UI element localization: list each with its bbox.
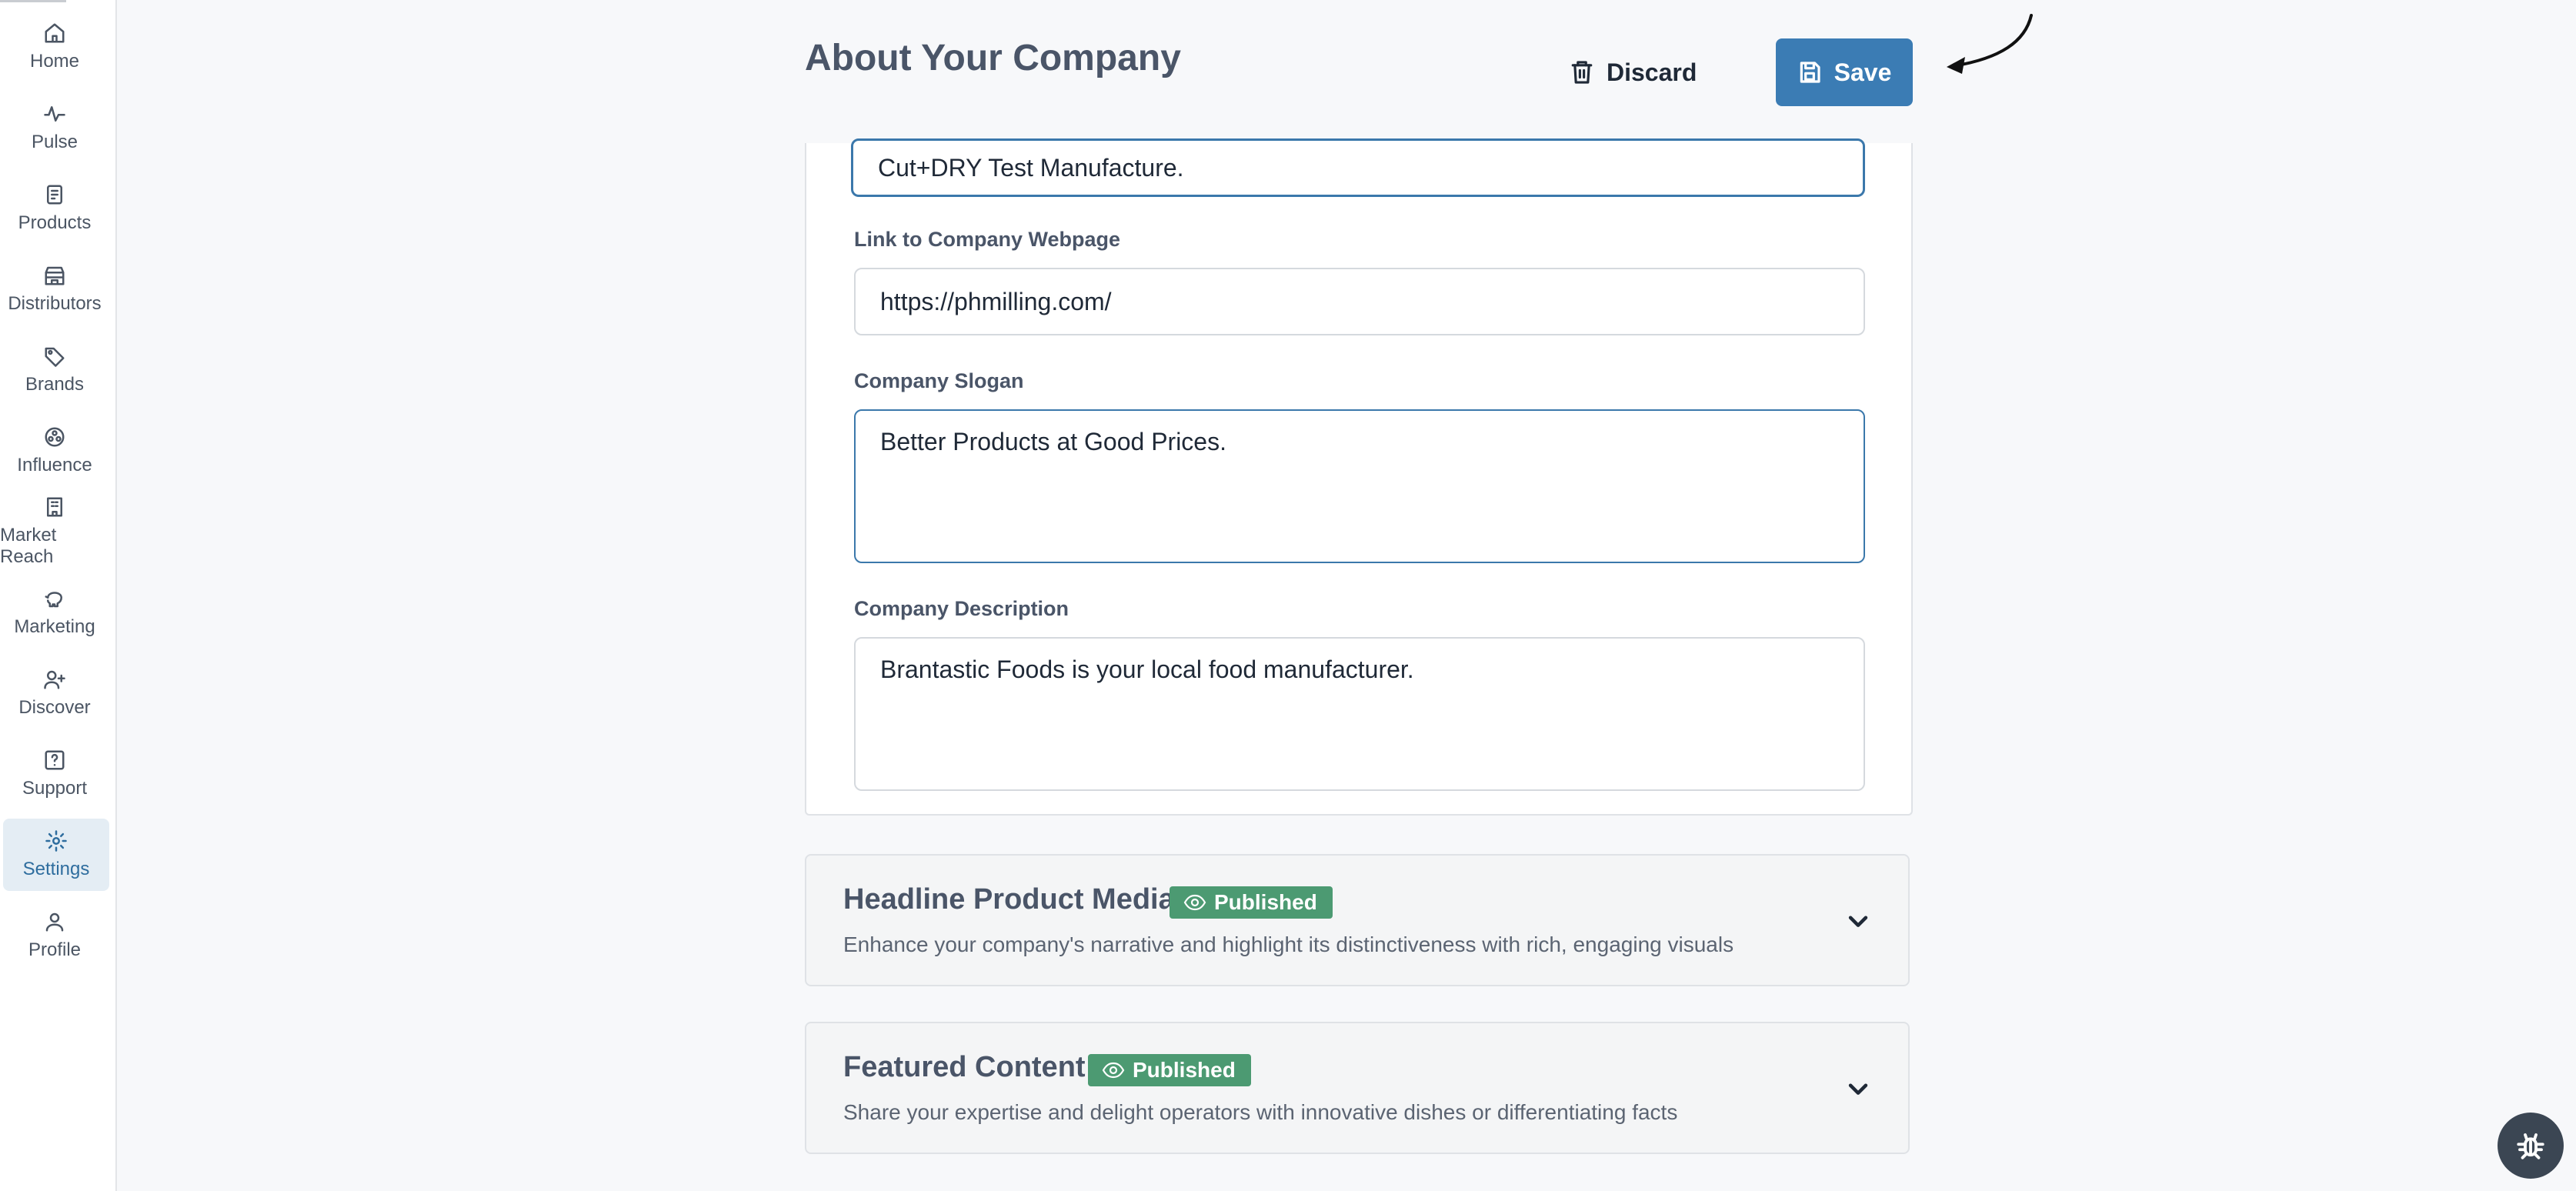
section-description: Share your expertise and delight operato…	[843, 1100, 1678, 1124]
discard-button[interactable]: Discard	[1570, 49, 1697, 95]
gear-icon	[45, 829, 68, 852]
sidebar-item-profile[interactable]: Profile	[0, 899, 109, 972]
company-name-input[interactable]	[851, 138, 1865, 197]
page-title: About Your Company	[805, 38, 1181, 78]
slogan-label: Company Slogan	[854, 369, 1024, 392]
company-webpage-input[interactable]	[854, 268, 1865, 335]
sidebar-item-discover[interactable]: Discover	[0, 657, 109, 729]
featured-content-section[interactable]: Featured Content Published Share your ex…	[805, 1022, 1910, 1154]
headline-product-media-section[interactable]: Headline Product Media Published Enhance…	[805, 854, 1910, 986]
sidebar-item-label: Marketing	[14, 616, 95, 637]
pulse-icon	[43, 102, 66, 125]
sidebar-item-market-reach[interactable]: Market Reach	[0, 495, 109, 568]
influence-icon	[43, 425, 66, 449]
chevron-down-icon[interactable]	[1845, 908, 1871, 934]
sidebar-item-influence[interactable]: Influence	[0, 415, 109, 487]
section-description: Enhance your company's narrative and hig…	[843, 932, 1734, 956]
sidebar-item-brands[interactable]: Brands	[0, 334, 109, 406]
chevron-down-icon[interactable]	[1845, 1076, 1871, 1102]
save-icon	[1800, 62, 1820, 83]
company-info-form: Link to Company Webpage Company Slogan B…	[805, 138, 1913, 816]
tag-icon	[43, 345, 66, 368]
annotation-arrow-icon	[1947, 14, 2033, 74]
sidebar-item-label: Discover	[18, 697, 91, 718]
sidebar-item-pulse[interactable]: Pulse	[0, 92, 109, 164]
section-title: Headline Product Media	[843, 883, 1175, 916]
store-icon	[43, 264, 66, 287]
sidebar: Home Pulse Products Distributors Brands …	[0, 0, 117, 1191]
sidebar-item-home[interactable]: Home	[0, 11, 109, 83]
sidebar-item-label: Support	[22, 778, 88, 799]
user-icon	[43, 910, 66, 933]
trash-icon	[1571, 61, 1593, 84]
user-plus-icon	[43, 668, 66, 691]
save-label: Save	[1834, 58, 1892, 86]
question-icon	[43, 749, 66, 772]
sidebar-item-distributors[interactable]: Distributors	[0, 253, 109, 325]
sidebar-item-label: Distributors	[8, 293, 102, 314]
sidebar-item-label: Settings	[22, 859, 90, 879]
eye-icon	[1102, 1062, 1125, 1079]
published-badge: Published	[1088, 1054, 1251, 1086]
save-button[interactable]: Save	[1776, 38, 1913, 106]
published-badge: Published	[1170, 886, 1333, 919]
badge-label: Published	[1133, 1058, 1236, 1082]
sidebar-item-label: Home	[29, 51, 80, 72]
sidebar-divider	[0, 0, 66, 2]
company-description-textarea[interactable]: Brantastic Foods is your local food manu…	[854, 637, 1865, 791]
home-icon	[43, 22, 66, 45]
bug-report-button[interactable]	[2498, 1113, 2564, 1179]
sidebar-item-label: Pulse	[31, 132, 78, 152]
sidebar-item-support[interactable]: Support	[0, 738, 109, 810]
badge-label: Published	[1214, 890, 1317, 914]
eye-icon	[1183, 894, 1206, 911]
sidebar-item-label: Brands	[25, 374, 85, 395]
sidebar-item-label: Profile	[28, 939, 82, 960]
sidebar-item-settings[interactable]: Settings	[3, 819, 109, 891]
discard-label: Discard	[1607, 58, 1697, 86]
piggy-bank-icon	[43, 587, 66, 610]
sidebar-item-marketing[interactable]: Marketing	[0, 576, 109, 649]
building-icon	[43, 495, 66, 519]
sidebar-item-label: Products	[18, 212, 92, 233]
sidebar-item-label: Market Reach	[0, 525, 57, 567]
sidebar-item-products[interactable]: Products	[0, 172, 109, 245]
section-title: Featured Content	[843, 1051, 1086, 1083]
bug-icon	[2517, 1133, 2544, 1159]
sidebar-item-label: Influence	[17, 455, 92, 475]
company-slogan-textarea[interactable]: Better Products at Good Prices.	[854, 409, 1865, 563]
products-icon	[43, 183, 66, 206]
webpage-label: Link to Company Webpage	[854, 228, 1121, 251]
description-label: Company Description	[854, 597, 1069, 620]
